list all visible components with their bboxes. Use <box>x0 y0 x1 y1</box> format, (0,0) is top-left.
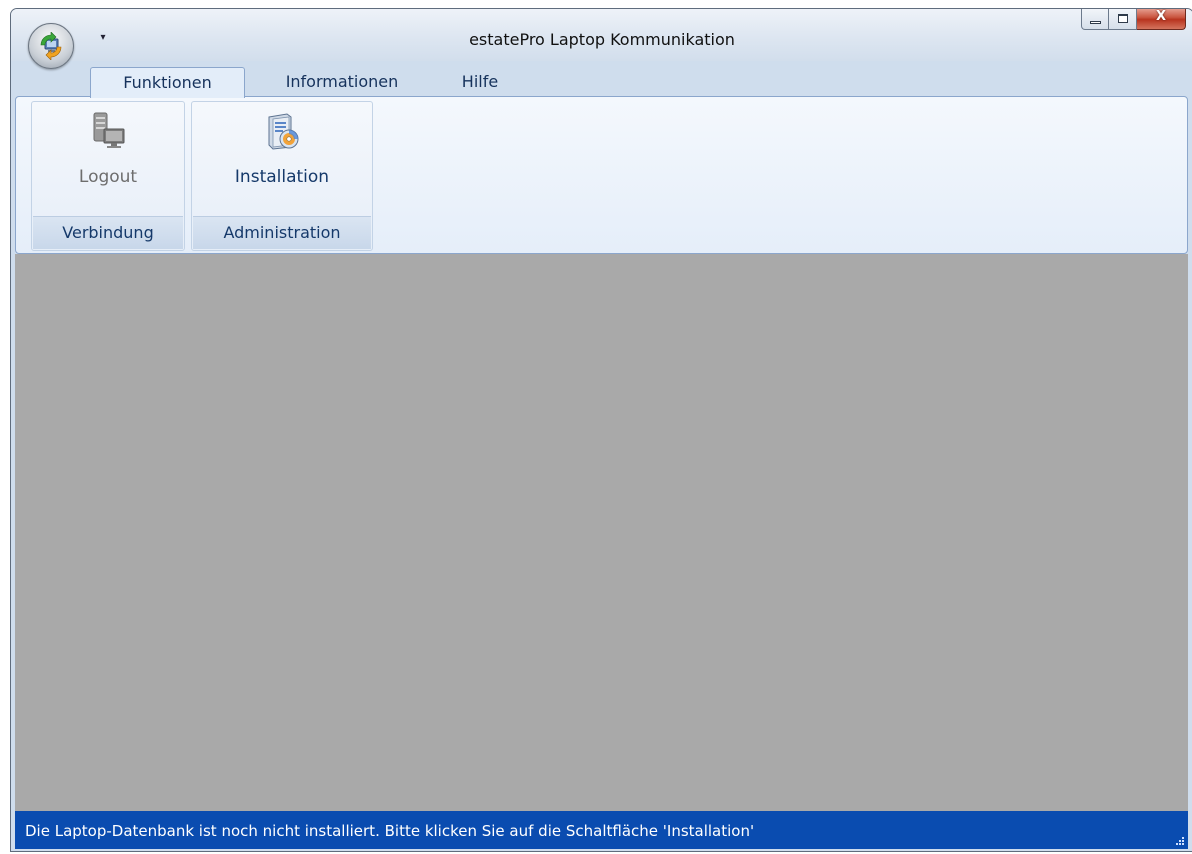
caption-buttons: X <box>1081 9 1186 30</box>
group-label-verbindung: Verbindung <box>33 216 183 249</box>
minimize-icon <box>1090 21 1101 24</box>
tab-hilfe[interactable]: Hilfe <box>445 67 515 97</box>
installation-label: Installation <box>234 167 330 187</box>
application-window: ▾ estatePro Laptop Kommunikation X Funkt… <box>10 8 1192 852</box>
status-message: Die Laptop-Datenbank ist noch nicht inst… <box>25 822 755 840</box>
installation-button[interactable]: Installation <box>196 105 368 209</box>
main-content-area <box>15 254 1188 811</box>
application-menu-button[interactable] <box>28 23 74 69</box>
tab-funktionen[interactable]: Funktionen <box>90 67 245 98</box>
title-bar[interactable]: ▾ estatePro Laptop Kommunikation X <box>11 9 1192 61</box>
server-computer-icon <box>93 112 125 148</box>
maximize-button[interactable] <box>1109 9 1137 30</box>
group-label-administration: Administration <box>193 216 371 249</box>
close-icon: X <box>1155 9 1167 24</box>
group-verbindung: Logout Verbindung <box>31 101 185 251</box>
logout-label: Logout <box>78 167 138 187</box>
window-title: estatePro Laptop Kommunikation <box>469 30 735 49</box>
installer-cd-icon <box>268 113 299 150</box>
logout-button[interactable]: Logout <box>36 105 180 209</box>
status-bar: Die Laptop-Datenbank ist noch nicht inst… <box>15 811 1188 849</box>
tab-informationen[interactable]: Informationen <box>253 67 431 97</box>
maximize-icon <box>1118 14 1128 23</box>
group-administration: Installation Administration <box>191 101 373 251</box>
close-button[interactable]: X <box>1137 9 1186 30</box>
resize-grip-icon[interactable] <box>1174 835 1184 845</box>
minimize-button[interactable] <box>1081 9 1109 30</box>
ribbon-panel: Logout Verbindung Installation Administr… <box>15 96 1188 254</box>
app-orb-sync-icon <box>40 32 62 60</box>
